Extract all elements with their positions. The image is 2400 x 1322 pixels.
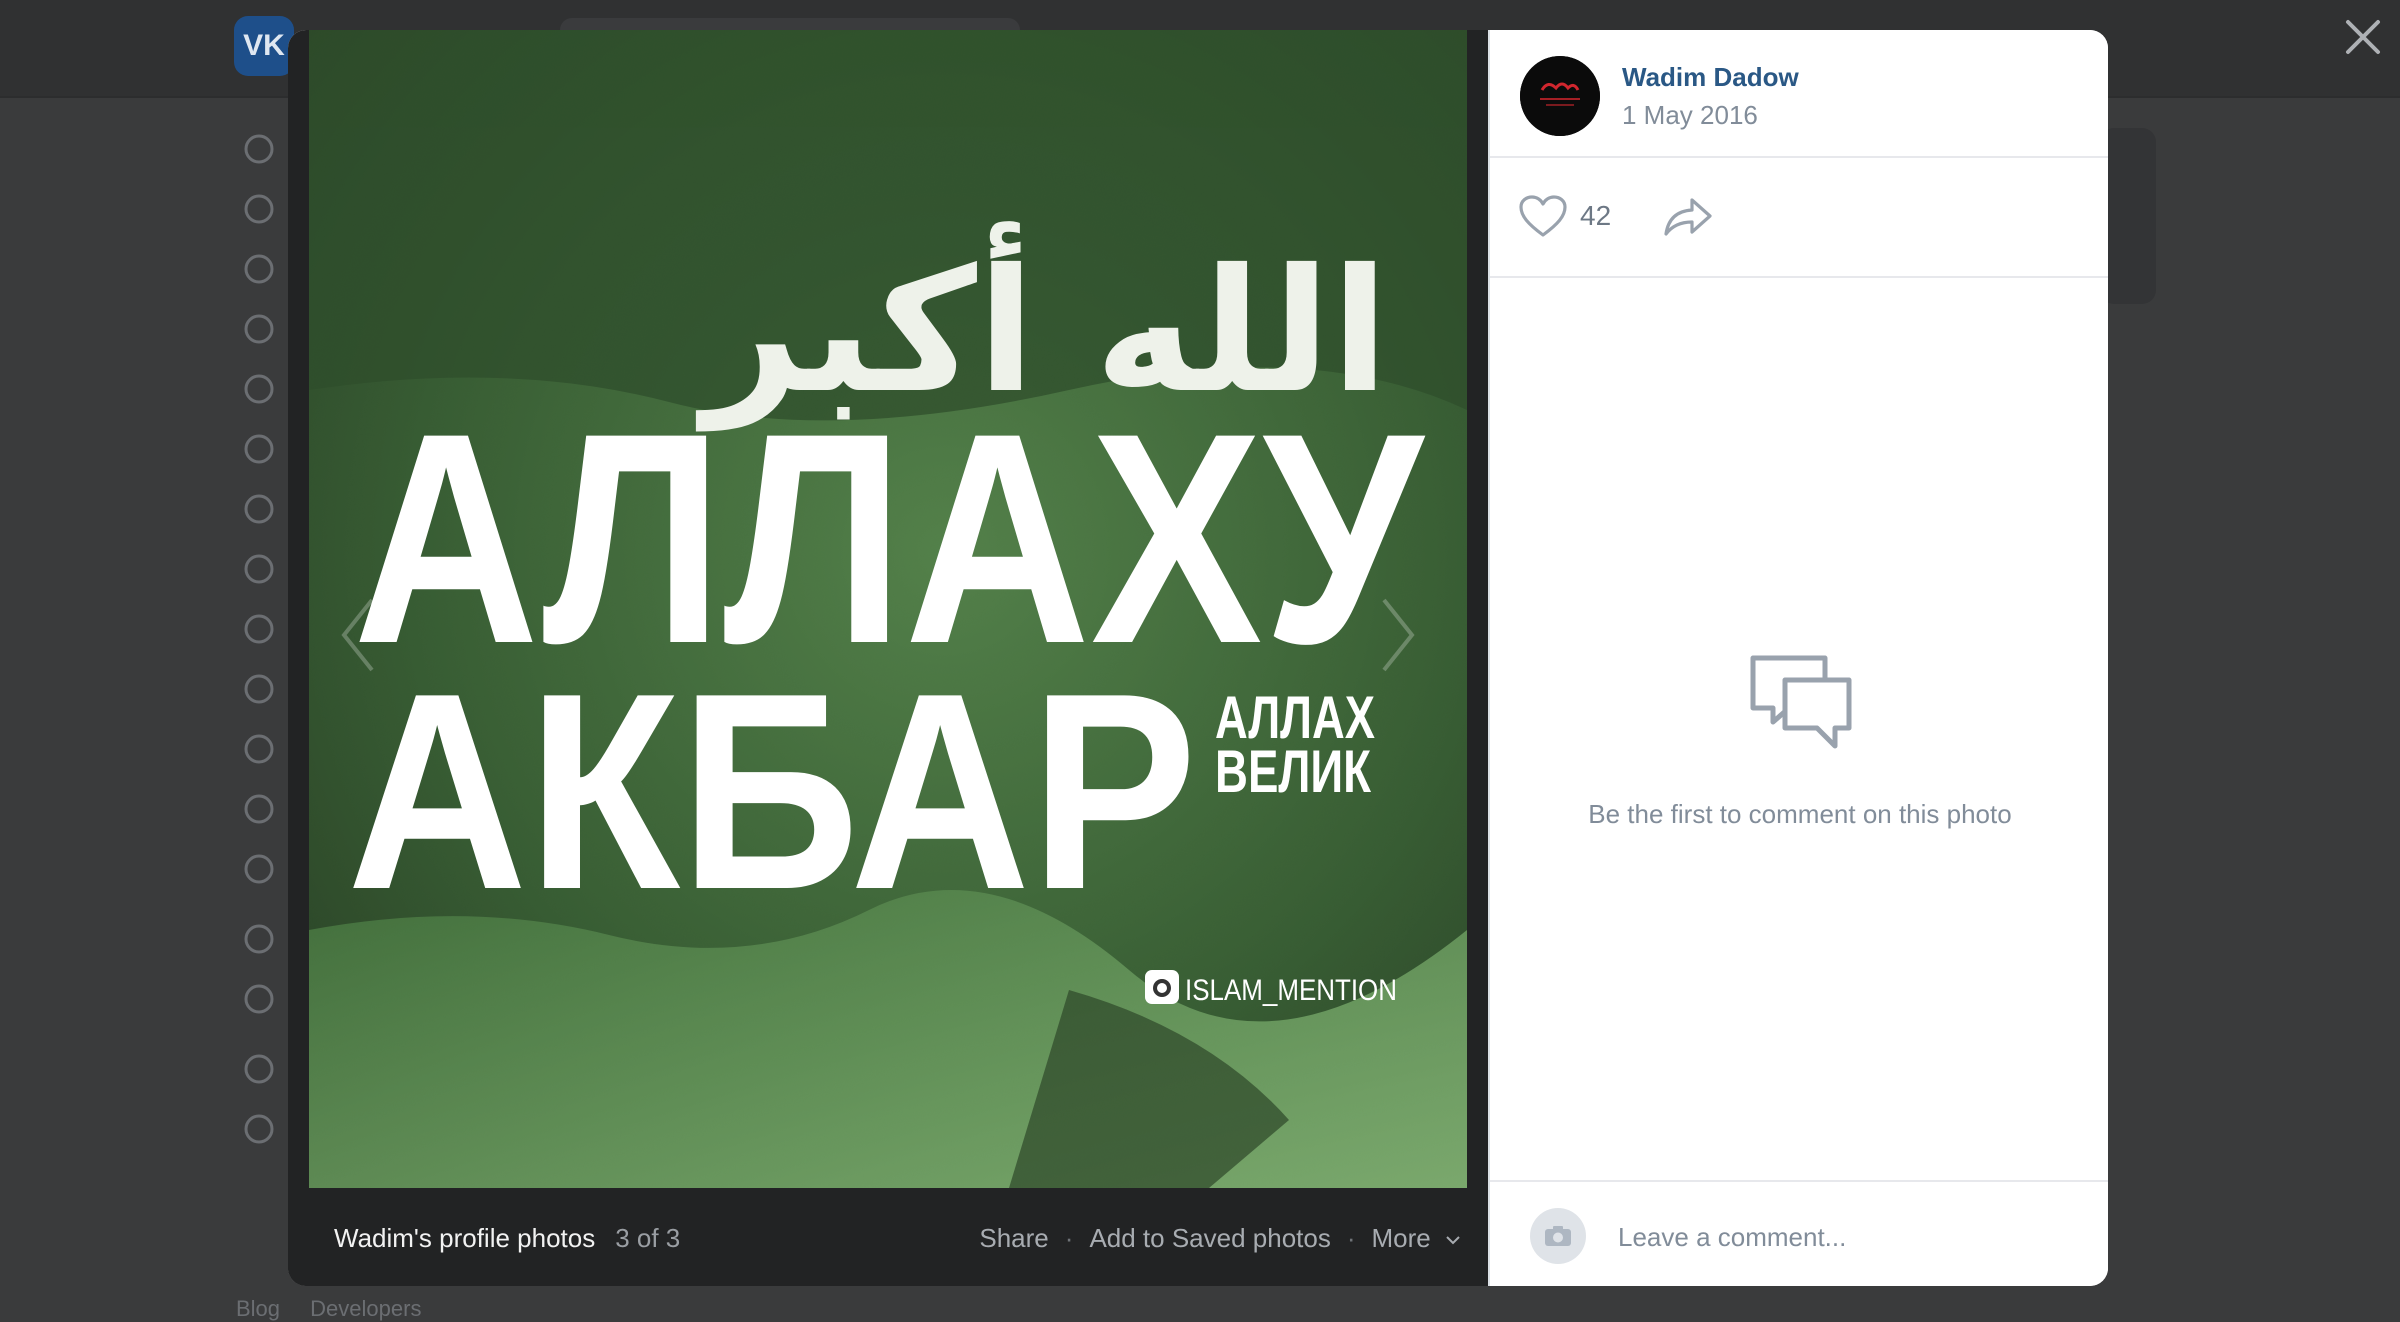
post-date: 1 May 2016: [1622, 100, 1758, 130]
photo-image[interactable]: الله أكبر АЛЛАХУ АКБАР АЛЛАХ ВЕЛИК ISLAM…: [309, 30, 1467, 1188]
like-count: 42: [1580, 200, 1612, 231]
author-name-link[interactable]: Wadim Dadow: [1622, 62, 1799, 93]
photo-subtitle-line2: ВЕЛИК: [1215, 738, 1371, 805]
photo-side-panel: Wadim Dadow 1 May 2016 42 Be the first t: [1488, 30, 2108, 1286]
profile-icon: [240, 130, 278, 168]
reactions-bar: 42: [1490, 158, 2108, 278]
more-label: More: [1371, 1222, 1431, 1253]
pay-icon: [240, 980, 278, 1018]
vk-logo: VK: [234, 16, 294, 76]
market-icon: [240, 850, 278, 888]
apps-icon: [240, 920, 278, 958]
games-icon: [240, 730, 278, 768]
close-viewer-button[interactable]: [2340, 14, 2386, 60]
photo-viewer: الله أكبر АЛЛАХУ АКБАР АЛЛАХ ВЕЛИК ISLAM…: [288, 30, 2108, 1286]
photo-counter: 3 of 3: [615, 1222, 681, 1253]
background-footer: Blog Developers: [236, 1296, 445, 1322]
friends-icon: [240, 370, 278, 408]
author-header: Wadim Dadow 1 May 2016: [1490, 30, 2108, 158]
camera-icon: [1545, 1226, 1571, 1246]
empty-comments: Be the first to comment on this photo: [1490, 650, 2108, 830]
news-icon: [240, 190, 278, 228]
share-button[interactable]: [1662, 194, 1714, 238]
chevron-right-icon: [1382, 598, 1415, 672]
share-icon: [1664, 198, 1712, 236]
share-link[interactable]: Share: [979, 1223, 1048, 1254]
comment-composer: [1490, 1180, 2108, 1286]
photo-watermark: ISLAM_MENTION: [1185, 974, 1397, 1007]
empty-comments-text: Be the first to comment on this photo: [1588, 799, 2012, 829]
album-title-link[interactable]: Wadim's profile photos: [334, 1223, 595, 1254]
footer-link-blog: Blog: [236, 1296, 281, 1321]
chevron-left-icon: [341, 598, 374, 672]
close-icon: [2346, 20, 2380, 54]
next-photo-button[interactable]: [1368, 590, 1428, 680]
communities-icon: [240, 430, 278, 468]
previous-photo-button[interactable]: [328, 590, 388, 680]
photo-footer: Wadim's profile photos 3 of 3 Share · Ad…: [288, 1190, 1488, 1286]
like-button[interactable]: 42: [1518, 194, 1611, 238]
save-photo-link[interactable]: Add to Saved photos: [1089, 1223, 1330, 1254]
photo-pane: الله أكبر АЛЛАХУ АКБАР АЛЛАХ ВЕЛИК ISLAM…: [288, 30, 1488, 1286]
more-menu[interactable]: More: [1372, 1223, 1462, 1254]
comment-input[interactable]: [1616, 1212, 2060, 1262]
comments-icon: [1750, 655, 1852, 749]
bookmarks-icon: [240, 1050, 278, 1088]
background-card: [2100, 128, 2156, 304]
calls-icon: [240, 310, 278, 348]
chevron-down-icon: [1446, 1235, 1460, 1245]
clips-icon: [240, 670, 278, 708]
footer-link-developers: Developers: [310, 1296, 422, 1321]
photos-icon: [240, 490, 278, 528]
photo-headline-line2: АКБАР: [347, 636, 1197, 948]
current-user-avatar: [1530, 1208, 1586, 1264]
photo-actions: Share · Add to Saved photos · More: [979, 1190, 1462, 1286]
separator-dot: ·: [1064, 1222, 1074, 1253]
messages-icon: [240, 250, 278, 288]
music-icon: [240, 550, 278, 588]
instagram-icon: [1145, 970, 1179, 1004]
author-avatar[interactable]: [1520, 56, 1600, 136]
heart-icon: [1519, 195, 1567, 237]
stickers-icon: [240, 790, 278, 828]
separator-dot: ·: [1346, 1222, 1356, 1253]
video-icon: [240, 610, 278, 648]
ads-icon: [240, 1110, 278, 1148]
